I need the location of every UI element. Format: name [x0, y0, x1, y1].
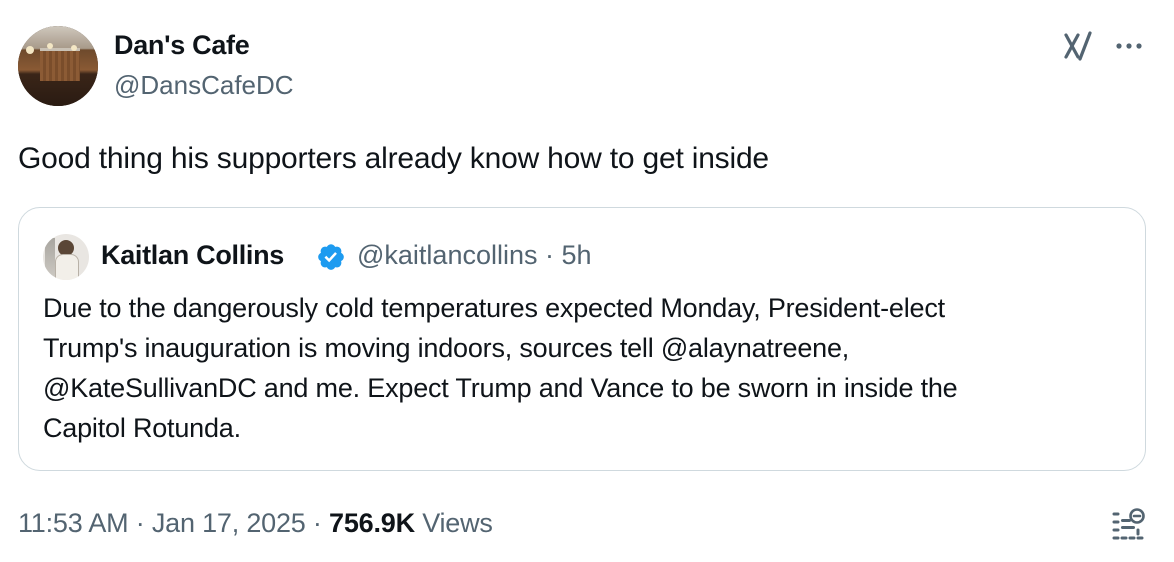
author-avatar[interactable] — [18, 26, 98, 106]
author-name[interactable]: Dan's Cafe — [114, 30, 250, 61]
tweet-text: Good thing his supporters already know h… — [18, 142, 769, 175]
quoted-text-line: Capitol Rotunda. — [43, 413, 241, 443]
more-icon[interactable] — [1112, 29, 1146, 63]
avatar-image-background — [45, 238, 55, 278]
views-label: Views — [414, 508, 493, 538]
quoted-handle-and-time[interactable]: @kaitlancollins · 5h — [357, 240, 592, 271]
author-handle[interactable]: @DansCafeDC — [114, 70, 294, 101]
quoted-text-line: @KateSullivanDC and me. Expect Trump and… — [43, 373, 958, 403]
tweet-meta: 11:53 AM · Jan 17, 2025 · 756.9K Views — [18, 508, 493, 539]
quoted-tweet-card[interactable]: Kaitlan Collins @kaitlancollins · 5h Due… — [18, 207, 1146, 471]
verified-badge-icon — [318, 244, 344, 270]
quoted-text-line: Trump's inauguration is moving indoors, … — [43, 333, 850, 363]
views-count: 756.9K — [329, 508, 415, 538]
quoted-author-name[interactable]: Kaitlan Collins — [101, 240, 284, 271]
avatar-image-detail — [40, 48, 80, 81]
quoted-tweet-text: Due to the dangerously cold temperatures… — [43, 288, 1133, 448]
quoted-author-avatar[interactable] — [43, 234, 89, 280]
avatar-image-body — [55, 254, 79, 280]
quoted-text-line: Due to the dangerously cold temperatures… — [43, 293, 945, 323]
analytics-icon[interactable] — [1110, 506, 1146, 546]
avatar-image-lights — [26, 46, 34, 54]
tweet-timestamp[interactable]: 11:53 AM · Jan 17, 2025 — [18, 508, 306, 538]
meta-separator: · — [305, 508, 330, 538]
grok-icon[interactable] — [1061, 29, 1095, 63]
